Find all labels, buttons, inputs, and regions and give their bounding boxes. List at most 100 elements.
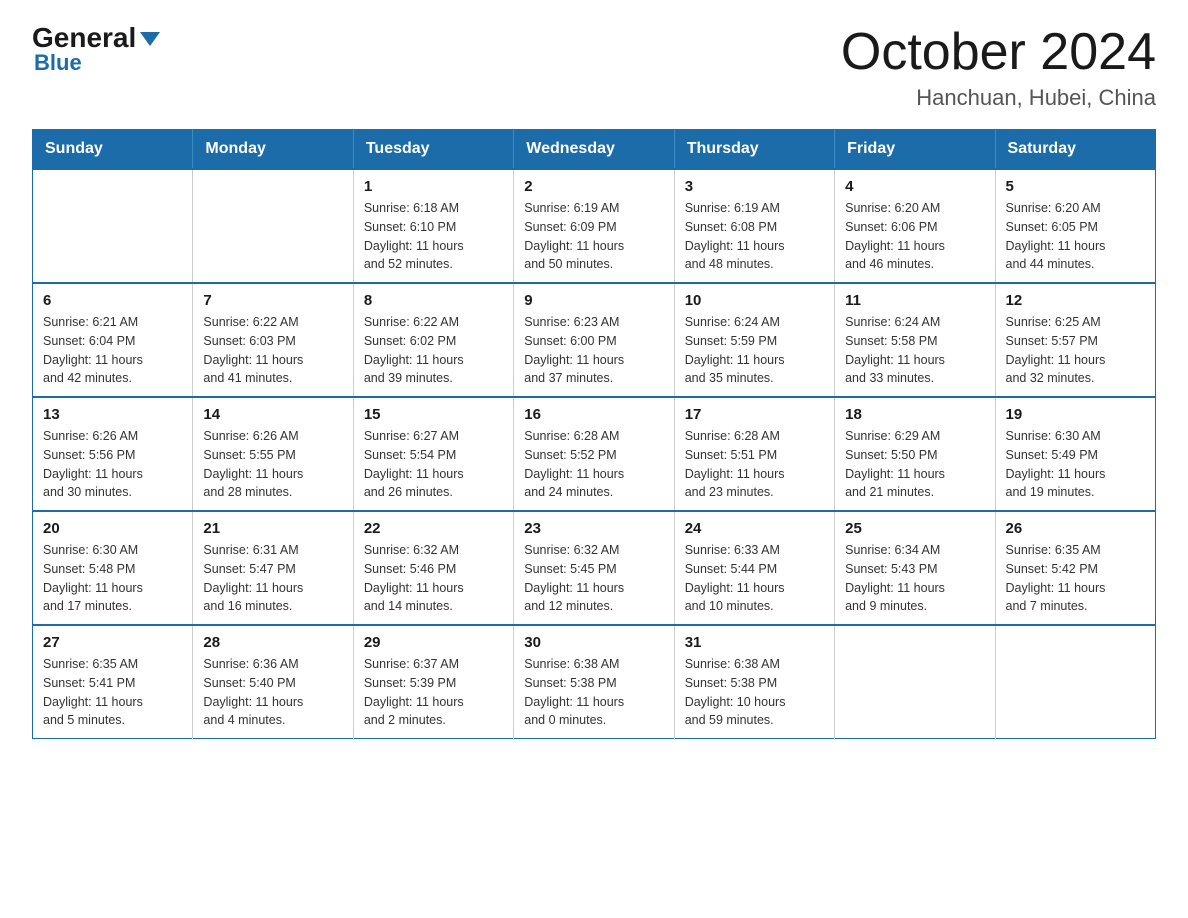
day-info: Sunrise: 6:27 AM Sunset: 5:54 PM Dayligh… (364, 427, 503, 502)
day-number: 10 (685, 292, 824, 309)
day-number: 5 (1006, 178, 1145, 195)
day-info: Sunrise: 6:24 AM Sunset: 5:58 PM Dayligh… (845, 313, 984, 388)
day-info: Sunrise: 6:29 AM Sunset: 5:50 PM Dayligh… (845, 427, 984, 502)
calendar-day-cell: 10 Sunrise: 6:24 AM Sunset: 5:59 PM Dayli… (674, 283, 834, 397)
calendar-day-cell: 31Sunrise: 6:38 AM Sunset: 5:38 PM Dayli… (674, 625, 834, 739)
day-number: 28 (203, 634, 342, 651)
day-of-week-header: Saturday (995, 130, 1155, 170)
day-number: 3 (685, 178, 824, 195)
calendar-day-cell: 22 Sunrise: 6:32 AM Sunset: 5:46 PM Dayli… (353, 511, 513, 625)
day-number: 12 (1006, 292, 1145, 309)
title-block: October 2024 Hanchuan, Hubei, China (841, 24, 1156, 111)
calendar-day-cell: 8 Sunrise: 6:22 AM Sunset: 6:02 PM Daylig… (353, 283, 513, 397)
day-info: Sunrise: 6:26 AM Sunset: 5:55 PM Dayligh… (203, 427, 342, 502)
day-number: 18 (845, 406, 984, 423)
day-number: 24 (685, 520, 824, 537)
calendar-day-cell: 11Sunrise: 6:24 AM Sunset: 5:58 PM Dayli… (835, 283, 995, 397)
day-info: Sunrise: 6:32 AM Sunset: 5:45 PM Dayligh… (524, 541, 663, 616)
day-number: 13 (43, 406, 182, 423)
calendar-day-cell: 7 Sunrise: 6:22 AM Sunset: 6:03 PM Daylig… (193, 283, 353, 397)
calendar-day-cell: 19 Sunrise: 6:30 AM Sunset: 5:49 PM Dayli… (995, 397, 1155, 511)
logo-general-text: General (32, 24, 160, 52)
calendar-day-cell: 13 Sunrise: 6:26 AM Sunset: 5:56 PM Dayli… (33, 397, 193, 511)
day-header-row: SundayMondayTuesdayWednesdayThursdayFrid… (33, 130, 1156, 170)
calendar-day-cell (193, 169, 353, 283)
day-info: Sunrise: 6:26 AM Sunset: 5:56 PM Dayligh… (43, 427, 182, 502)
day-info: Sunrise: 6:35 AM Sunset: 5:41 PM Dayligh… (43, 655, 182, 730)
logo-arrow-icon (140, 32, 160, 46)
day-info: Sunrise: 6:31 AM Sunset: 5:47 PM Dayligh… (203, 541, 342, 616)
calendar-day-cell: 24Sunrise: 6:33 AM Sunset: 5:44 PM Dayli… (674, 511, 834, 625)
logo: General Blue (32, 24, 160, 76)
calendar-day-cell (995, 625, 1155, 739)
day-number: 27 (43, 634, 182, 651)
day-number: 14 (203, 406, 342, 423)
day-number: 21 (203, 520, 342, 537)
calendar-day-cell: 4 Sunrise: 6:20 AM Sunset: 6:06 PM Daylig… (835, 169, 995, 283)
calendar-day-cell: 15 Sunrise: 6:27 AM Sunset: 5:54 PM Dayli… (353, 397, 513, 511)
day-info: Sunrise: 6:18 AM Sunset: 6:10 PM Dayligh… (364, 199, 503, 274)
day-of-week-header: Wednesday (514, 130, 674, 170)
day-number: 1 (364, 178, 503, 195)
calendar-day-cell: 18 Sunrise: 6:29 AM Sunset: 5:50 PM Dayli… (835, 397, 995, 511)
day-info: Sunrise: 6:37 AM Sunset: 5:39 PM Dayligh… (364, 655, 503, 730)
calendar-day-cell: 30 Sunrise: 6:38 AM Sunset: 5:38 PM Dayli… (514, 625, 674, 739)
day-info: Sunrise: 6:35 AM Sunset: 5:42 PM Dayligh… (1006, 541, 1145, 616)
day-number: 25 (845, 520, 984, 537)
calendar-week-row: 6Sunrise: 6:21 AM Sunset: 6:04 PM Daylig… (33, 283, 1156, 397)
calendar-day-cell: 3 Sunrise: 6:19 AM Sunset: 6:08 PM Daylig… (674, 169, 834, 283)
day-info: Sunrise: 6:24 AM Sunset: 5:59 PM Dayligh… (685, 313, 824, 388)
day-info: Sunrise: 6:38 AM Sunset: 5:38 PM Dayligh… (524, 655, 663, 730)
day-info: Sunrise: 6:19 AM Sunset: 6:08 PM Dayligh… (685, 199, 824, 274)
day-of-week-header: Sunday (33, 130, 193, 170)
day-info: Sunrise: 6:23 AM Sunset: 6:00 PM Dayligh… (524, 313, 663, 388)
calendar-day-cell: 6Sunrise: 6:21 AM Sunset: 6:04 PM Daylig… (33, 283, 193, 397)
day-number: 19 (1006, 406, 1145, 423)
day-of-week-header: Tuesday (353, 130, 513, 170)
day-of-week-header: Monday (193, 130, 353, 170)
calendar-day-cell: 21 Sunrise: 6:31 AM Sunset: 5:47 PM Dayli… (193, 511, 353, 625)
day-info: Sunrise: 6:28 AM Sunset: 5:52 PM Dayligh… (524, 427, 663, 502)
day-info: Sunrise: 6:30 AM Sunset: 5:49 PM Dayligh… (1006, 427, 1145, 502)
day-number: 15 (364, 406, 503, 423)
calendar-day-cell: 5Sunrise: 6:20 AM Sunset: 6:05 PM Daylig… (995, 169, 1155, 283)
day-of-week-header: Friday (835, 130, 995, 170)
day-number: 26 (1006, 520, 1145, 537)
day-number: 22 (364, 520, 503, 537)
day-info: Sunrise: 6:34 AM Sunset: 5:43 PM Dayligh… (845, 541, 984, 616)
day-number: 7 (203, 292, 342, 309)
day-info: Sunrise: 6:36 AM Sunset: 5:40 PM Dayligh… (203, 655, 342, 730)
calendar-day-cell: 26 Sunrise: 6:35 AM Sunset: 5:42 PM Dayli… (995, 511, 1155, 625)
calendar-day-cell: 14 Sunrise: 6:26 AM Sunset: 5:55 PM Dayli… (193, 397, 353, 511)
calendar-body: 1 Sunrise: 6:18 AM Sunset: 6:10 PM Daylig… (33, 169, 1156, 739)
calendar-day-cell: 17 Sunrise: 6:28 AM Sunset: 5:51 PM Dayli… (674, 397, 834, 511)
calendar-subtitle: Hanchuan, Hubei, China (841, 85, 1156, 111)
calendar-day-cell: 9Sunrise: 6:23 AM Sunset: 6:00 PM Daylig… (514, 283, 674, 397)
day-of-week-header: Thursday (674, 130, 834, 170)
calendar-week-row: 27 Sunrise: 6:35 AM Sunset: 5:41 PM Dayli… (33, 625, 1156, 739)
calendar-day-cell: 23 Sunrise: 6:32 AM Sunset: 5:45 PM Dayli… (514, 511, 674, 625)
day-number: 20 (43, 520, 182, 537)
day-number: 23 (524, 520, 663, 537)
calendar-day-cell: 20 Sunrise: 6:30 AM Sunset: 5:48 PM Dayli… (33, 511, 193, 625)
day-info: Sunrise: 6:28 AM Sunset: 5:51 PM Dayligh… (685, 427, 824, 502)
logo-blue-text: Blue (34, 50, 82, 76)
calendar-day-cell (33, 169, 193, 283)
day-info: Sunrise: 6:32 AM Sunset: 5:46 PM Dayligh… (364, 541, 503, 616)
day-number: 30 (524, 634, 663, 651)
day-number: 8 (364, 292, 503, 309)
calendar-day-cell: 29 Sunrise: 6:37 AM Sunset: 5:39 PM Dayli… (353, 625, 513, 739)
day-number: 17 (685, 406, 824, 423)
day-number: 4 (845, 178, 984, 195)
calendar-day-cell: 28 Sunrise: 6:36 AM Sunset: 5:40 PM Dayli… (193, 625, 353, 739)
calendar-week-row: 20 Sunrise: 6:30 AM Sunset: 5:48 PM Dayli… (33, 511, 1156, 625)
day-info: Sunrise: 6:30 AM Sunset: 5:48 PM Dayligh… (43, 541, 182, 616)
calendar-day-cell: 27 Sunrise: 6:35 AM Sunset: 5:41 PM Dayli… (33, 625, 193, 739)
calendar-day-cell (835, 625, 995, 739)
day-info: Sunrise: 6:22 AM Sunset: 6:03 PM Dayligh… (203, 313, 342, 388)
day-info: Sunrise: 6:20 AM Sunset: 6:06 PM Dayligh… (845, 199, 984, 274)
day-number: 29 (364, 634, 503, 651)
day-info: Sunrise: 6:21 AM Sunset: 6:04 PM Dayligh… (43, 313, 182, 388)
day-info: Sunrise: 6:22 AM Sunset: 6:02 PM Dayligh… (364, 313, 503, 388)
calendar-day-cell: 2Sunrise: 6:19 AM Sunset: 6:09 PM Daylig… (514, 169, 674, 283)
